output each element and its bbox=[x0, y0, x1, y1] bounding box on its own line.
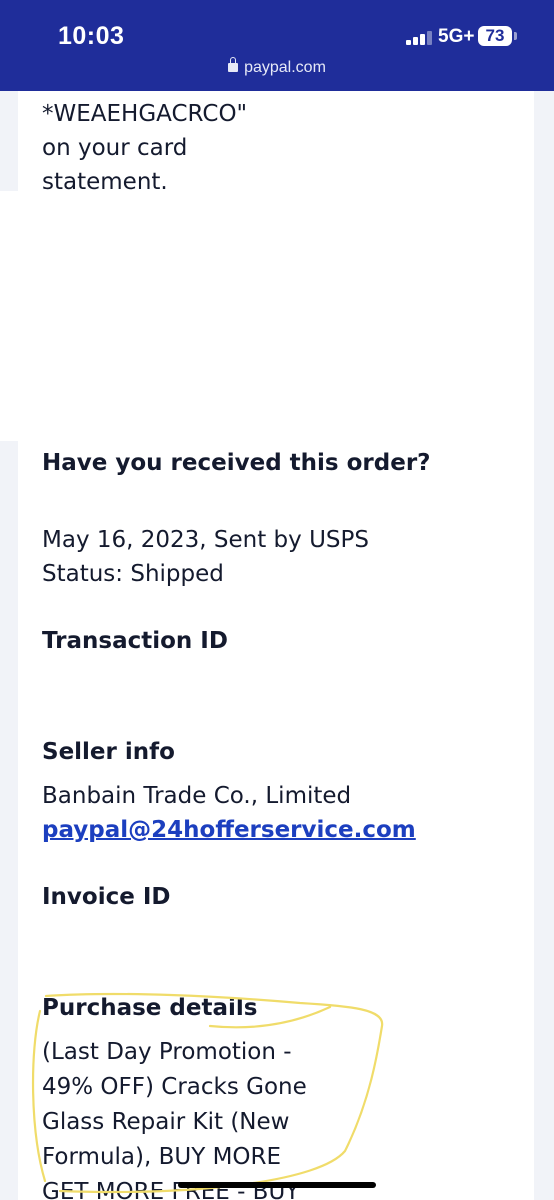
statement-line-3: statement. bbox=[42, 169, 168, 195]
home-indicator bbox=[178, 1182, 376, 1188]
blank-area bbox=[0, 191, 420, 441]
order-question-heading: Have you received this order? bbox=[42, 450, 431, 476]
seller-email-link[interactable]: paypal@24hofferservice.com bbox=[42, 813, 416, 848]
purchase-line-2: 49% OFF) Cracks Gone bbox=[42, 1074, 307, 1100]
purchase-line-3: Glass Repair Kit (New bbox=[42, 1109, 290, 1135]
battery-icon: 73 bbox=[478, 26, 512, 46]
lock-icon bbox=[228, 57, 239, 72]
seller-name: Banbain Trade Co., Limited bbox=[42, 783, 352, 809]
url-text: paypal.com bbox=[244, 59, 326, 76]
battery-tip bbox=[514, 32, 517, 40]
address-bar[interactable]: paypal.com bbox=[0, 57, 554, 77]
purchase-line-1: (Last Day Promotion - bbox=[42, 1039, 292, 1065]
page-content: *WEAEHGACRCO" on your card statement. Ha… bbox=[0, 91, 554, 1200]
seller-info-label: Seller info bbox=[42, 739, 175, 765]
purchase-details-label: Purchase details bbox=[42, 995, 258, 1021]
statement-line-1: *WEAEHGACRCO" bbox=[42, 101, 248, 127]
shipping-status: Status: Shipped bbox=[42, 561, 224, 587]
signal-icon bbox=[406, 31, 432, 45]
statement-line-2: on your card bbox=[42, 135, 188, 161]
invoice-id-label: Invoice ID bbox=[42, 884, 171, 910]
shipping-info: May 16, 2023, Sent by USPS bbox=[42, 527, 369, 553]
status-bar: 10:03 5G+ 73 paypal.com bbox=[0, 0, 554, 91]
clock: 10:03 bbox=[58, 22, 125, 50]
network-type: 5G+ bbox=[438, 26, 475, 47]
purchase-line-4: Formula), BUY MORE bbox=[42, 1144, 282, 1170]
transaction-id-label: Transaction ID bbox=[42, 628, 228, 654]
